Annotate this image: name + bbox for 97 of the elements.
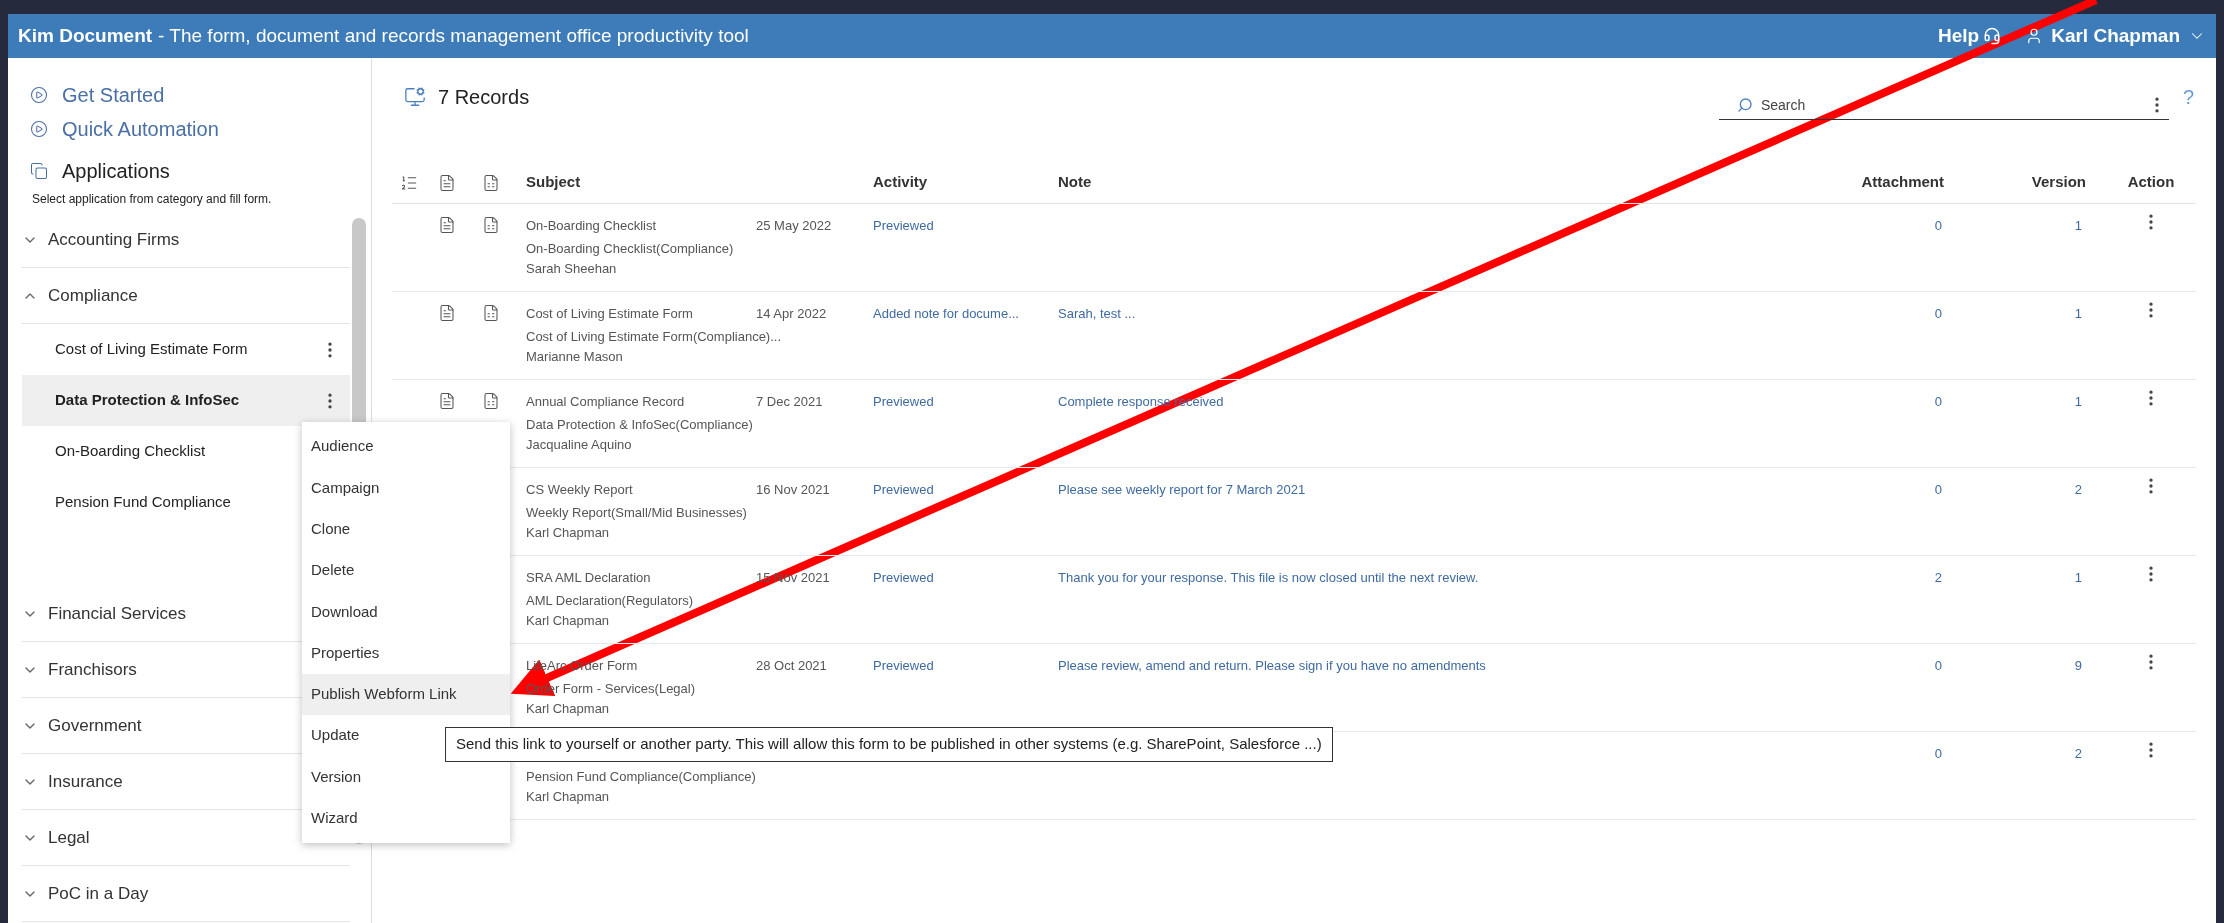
headset-icon[interactable]	[1983, 27, 2002, 45]
form-text: Pension Fund Compliance(Compliance)	[526, 768, 756, 786]
spreadsheet-icon[interactable]	[482, 304, 500, 322]
owner-text: Jacqualine Aquino	[526, 435, 632, 454]
records-icon	[404, 86, 426, 108]
activity-link[interactable]: Previewed	[873, 218, 934, 233]
owner-text: Karl Chapman	[526, 699, 610, 718]
menu-item[interactable]: Clone	[302, 508, 510, 550]
version-number[interactable]: 9	[2074, 656, 2106, 676]
subject-text[interactable]: On-Boarding Checklist	[526, 218, 657, 233]
subject-text[interactable]: Annual Compliance Record	[526, 394, 685, 409]
form-text: AML Declaration(Regulators)	[526, 592, 694, 610]
activity-link[interactable]: Added note for docume...	[873, 306, 1019, 321]
application-item[interactable]: Data Protection & InfoSec	[22, 375, 350, 426]
date-text: 25 May 2022	[756, 217, 832, 235]
date-text: 7 Dec 2021	[756, 393, 823, 411]
attachment-count[interactable]: 0	[1934, 480, 1956, 500]
tooltip: Send this link to yourself or another party. This will allow this form to be published in other systems (e.g. SharePoint, Salesforce ...)	[445, 727, 1333, 762]
column-header[interactable]: Note	[1058, 171, 1092, 194]
spreadsheet-icon[interactable]	[482, 216, 500, 234]
column-header[interactable]: Action	[2127, 171, 2175, 194]
owner-text: Karl Chapman	[526, 523, 610, 542]
version-number[interactable]: 2	[2074, 744, 2106, 764]
version-number[interactable]: 2	[2074, 480, 2106, 500]
menu-item[interactable]: Properties	[302, 632, 510, 674]
attachment-count[interactable]: 0	[1934, 744, 1956, 764]
pdf-icon[interactable]	[438, 216, 456, 234]
version-number[interactable]: 1	[2074, 304, 2106, 324]
attachment-count[interactable]: 0	[1934, 216, 1956, 236]
applications-icon	[30, 162, 48, 180]
category-item[interactable]: Legal	[48, 824, 90, 851]
spreadsheet-icon[interactable]	[482, 392, 500, 410]
version-number[interactable]: 1	[2074, 568, 2106, 588]
pdf-icon[interactable]	[438, 392, 456, 410]
records-title: 7 Records	[438, 85, 530, 110]
section-title: Applications	[62, 159, 170, 184]
form-text: On-Boarding Checklist(Compliance)	[526, 240, 734, 258]
user-name[interactable]: Karl Chapman	[2051, 21, 2180, 51]
activity-link[interactable]: Previewed	[873, 658, 934, 673]
version-number[interactable]: 1	[2074, 216, 2106, 236]
date-text: 16 Nov 2021	[756, 481, 830, 499]
pdf-icon[interactable]	[438, 173, 456, 192]
owner-text: Marianne Mason	[526, 347, 623, 366]
note-link[interactable]: Please see weekly report for 7 March 2021	[1058, 482, 1306, 497]
activity-link[interactable]: Previewed	[873, 570, 934, 585]
attachment-count[interactable]: 0	[1934, 392, 1956, 412]
note-link[interactable]: Please review, amend and return. Please sign if you have no amendments	[1058, 658, 1486, 673]
list-icon[interactable]	[400, 173, 418, 192]
app-name: Kim Document	[18, 23, 153, 48]
column-header[interactable]: Subject	[526, 171, 581, 194]
note-link[interactable]: Sarah, test ...	[1058, 306, 1136, 321]
category-item[interactable]: Government	[48, 712, 142, 739]
column-header[interactable]: Version	[2031, 171, 2106, 194]
category-item[interactable]: Compliance	[48, 282, 138, 309]
play-icon	[30, 120, 48, 138]
attachment-count[interactable]: 2	[1934, 568, 1956, 588]
activity-link[interactable]: Previewed	[873, 482, 934, 497]
application-item[interactable]: Cost of Living Estimate Form	[22, 324, 350, 375]
column-header[interactable]: Activity	[873, 171, 928, 194]
subject-text[interactable]: SRA AML Declaration	[526, 570, 651, 585]
menu-item[interactable]: Delete	[302, 549, 510, 592]
search-field[interactable]: Search	[1718, 90, 2169, 120]
sidebar-link[interactable]: Get Started	[62, 80, 165, 110]
version-number[interactable]: 1	[2074, 392, 2106, 412]
menu-item[interactable]: Publish Webform Link	[302, 673, 510, 716]
subject-text[interactable]: Cost of Living Estimate Form	[526, 306, 693, 321]
category-item[interactable]: Accounting Firms	[48, 226, 180, 253]
section-hint: Select application from category and fill form.	[31, 191, 272, 208]
attachment-count[interactable]: 0	[1934, 656, 1956, 676]
spreadsheet-icon[interactable]	[482, 173, 500, 192]
category-item[interactable]: Franchisors	[48, 656, 137, 683]
owner-text: Sarah Sheehan	[526, 259, 617, 278]
category-item[interactable]: Financial Services	[48, 600, 186, 627]
owner-text: Karl Chapman	[526, 787, 610, 806]
menu-item[interactable]: Download	[302, 591, 510, 633]
pdf-icon[interactable]	[438, 304, 456, 322]
form-text: Weekly Report(Small/Mid Businesses)	[526, 504, 747, 522]
note-link[interactable]: Thank you for your response. This file is now closed until the next review.	[1058, 570, 1479, 585]
owner-text: Karl Chapman	[526, 611, 610, 630]
date-text: 14 Apr 2022	[756, 305, 827, 323]
form-text: Data Protection & InfoSec(Compliance)	[526, 416, 753, 434]
play-icon	[30, 86, 48, 104]
column-header[interactable]: Attachment	[1861, 171, 1956, 194]
sidebar-link[interactable]: Quick Automation	[62, 114, 219, 144]
menu-item[interactable]: Audience	[302, 426, 510, 468]
category-item[interactable]: PoC in a Day	[48, 880, 149, 907]
date-text: 28 Oct 2021	[756, 657, 827, 675]
app-tagline: - The form, document and records management office productivity tool	[158, 23, 749, 48]
attachment-count[interactable]: 0	[1934, 304, 1956, 324]
search-icon	[1736, 97, 1753, 113]
menu-item[interactable]: Wizard	[302, 797, 510, 839]
category-item[interactable]: Insurance	[48, 768, 123, 795]
subject-text[interactable]: CS Weekly Report	[526, 482, 633, 497]
form-text: Cost of Living Estimate Form(Compliance)...	[526, 328, 782, 346]
menu-item[interactable]: Campaign	[302, 467, 510, 509]
help-link[interactable]: Help	[1938, 21, 1980, 51]
activity-link[interactable]: Previewed	[873, 394, 934, 409]
